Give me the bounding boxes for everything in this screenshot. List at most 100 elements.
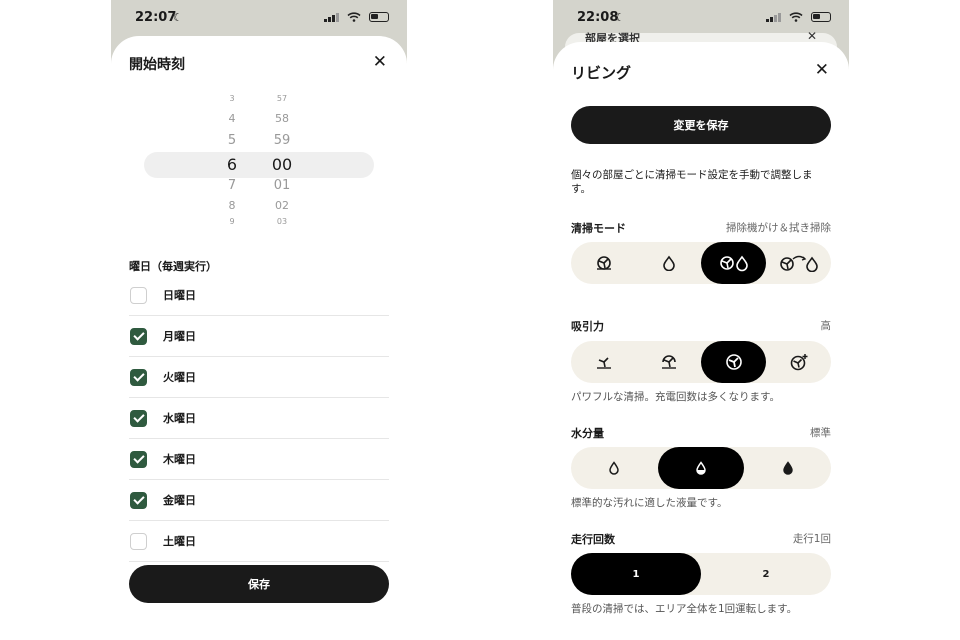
signal-icon [766, 12, 781, 22]
drop-high-icon [782, 461, 794, 475]
phone-screen-room-settings: 22:08 ☾ 部屋を選択 ✕ リビング ✕ 変更を保存 個々の部屋ごとに清掃モ… [553, 0, 849, 640]
mode-option-vacuum-and-mop[interactable] [701, 242, 766, 284]
passes-option-1[interactable]: 1 [571, 553, 701, 595]
weekday-row[interactable]: 木曜日 [129, 439, 389, 480]
hour-value[interactable]: 3 [212, 94, 252, 103]
battery-icon [369, 12, 389, 22]
water-value: 標準 [810, 427, 831, 439]
minute-value[interactable]: 59 [262, 133, 302, 148]
mode-option-vacuum[interactable] [571, 242, 636, 284]
cleaning-mode-header: 清掃モード 掃除機がけ＆拭き掃除 [571, 220, 831, 236]
vacuum-and-mop-icon [718, 254, 750, 272]
suction-option-max[interactable] [766, 341, 831, 383]
weekday-checkbox[interactable] [130, 368, 147, 386]
battery-icon [811, 12, 831, 22]
status-time: 22:08 [577, 10, 619, 25]
weekday-row[interactable]: 金曜日 [129, 480, 389, 521]
water-option-low[interactable] [571, 447, 658, 489]
vacuum-then-mop-icon [778, 254, 820, 272]
suction-hint: パワフルな清掃。充電回数は多くなります。 [571, 391, 780, 403]
hour-value[interactable]: 5 [212, 133, 252, 148]
weekday-checkbox[interactable] [130, 327, 147, 345]
moon-icon: ☾ [173, 11, 183, 24]
phone-screen-schedule: 22:07 ☾ 開始時刻 ✕ 3 4 5 6 7 8 9 57 58 59 00 01 02 03 曜日… [111, 0, 407, 640]
weekday-label: 水曜日 [163, 412, 196, 425]
fan-quiet-icon [595, 353, 613, 371]
minute-value[interactable]: 58 [262, 112, 302, 125]
wifi-icon [789, 12, 803, 22]
hour-value[interactable]: 7 [212, 178, 252, 193]
drop-low-icon [608, 461, 620, 475]
fan-max-icon [789, 353, 809, 371]
status-bar: 22:08 ☾ [553, 8, 849, 30]
water-label: 水分量 [571, 427, 604, 440]
mode-option-mop[interactable] [636, 242, 701, 284]
mop-drop-icon [662, 255, 676, 271]
weekday-checkbox[interactable] [130, 409, 147, 427]
weekday-label: 日曜日 [163, 289, 196, 302]
water-option-medium[interactable] [657, 447, 745, 489]
cleaning-mode-selector [571, 242, 831, 284]
suction-header: 吸引力 高 [571, 318, 831, 334]
sheet-title: 開始時刻 [129, 57, 185, 73]
passes-header: 走行回数 走行1回 [571, 531, 831, 547]
weekday-row[interactable]: 日曜日 [129, 275, 389, 316]
wifi-icon [347, 12, 361, 22]
suction-selector [571, 341, 831, 383]
weekday-label: 金曜日 [163, 494, 196, 507]
minute-value[interactable]: 01 [262, 178, 302, 193]
weekday-label: 木曜日 [163, 453, 196, 466]
close-icon: ✕ [806, 29, 817, 43]
passes-option-2[interactable]: 2 [701, 553, 831, 595]
mode-option-vacuum-then-mop[interactable] [766, 242, 831, 284]
water-hint: 標準的な汚れに適した液量です。 [571, 497, 728, 509]
suction-label: 吸引力 [571, 320, 604, 333]
minute-value[interactable]: 00 [262, 155, 302, 174]
weekday-checkbox[interactable] [130, 450, 147, 468]
hour-value[interactable]: 8 [212, 199, 252, 212]
hour-value[interactable]: 6 [212, 155, 252, 174]
weekday-row[interactable]: 土曜日 [129, 521, 389, 562]
water-header: 水分量 標準 [571, 425, 831, 441]
weekday-label: 月曜日 [163, 330, 196, 343]
status-time: 22:07 [135, 10, 177, 25]
hour-value[interactable]: 9 [212, 217, 252, 226]
sheet-title: リビング [571, 64, 632, 82]
minute-value[interactable]: 03 [262, 217, 302, 226]
weekday-row[interactable]: 月曜日 [129, 316, 389, 357]
status-bar: 22:07 ☾ [111, 8, 407, 30]
suction-option-quiet[interactable] [571, 341, 636, 383]
suction-value: 高 [820, 320, 832, 332]
fan-strong-icon [725, 353, 743, 371]
water-selector [571, 447, 831, 489]
weekday-label: 土曜日 [163, 535, 196, 548]
weekday-checkbox[interactable] [130, 491, 147, 509]
vacuum-icon [595, 254, 613, 272]
weekday-label: 火曜日 [163, 371, 196, 384]
weekday-checkbox[interactable] [130, 286, 147, 304]
hour-value[interactable]: 4 [212, 112, 252, 125]
cleaning-mode-value: 掃除機がけ＆拭き掃除 [726, 222, 831, 234]
save-button[interactable]: 保存 [129, 565, 389, 603]
weekday-row[interactable]: 火曜日 [129, 357, 389, 398]
weekday-checkbox[interactable] [130, 532, 147, 550]
save-changes-button[interactable]: 変更を保存 [571, 106, 831, 144]
passes-hint: 普段の清掃では、エリア全体を1回運転します。 [571, 603, 798, 615]
weekday-row[interactable]: 水曜日 [129, 398, 389, 439]
cleaning-mode-label: 清掃モード [571, 222, 626, 235]
moon-icon: ☾ [615, 11, 625, 24]
minute-value[interactable]: 02 [262, 199, 302, 212]
water-option-high[interactable] [744, 447, 831, 489]
passes-value: 走行1回 [792, 533, 831, 545]
start-time-sheet: 開始時刻 ✕ 3 4 5 6 7 8 9 57 58 59 00 01 02 03 曜日（毎週実行） 日… [111, 36, 407, 640]
close-icon[interactable]: ✕ [373, 52, 387, 72]
drop-medium-icon [695, 461, 707, 475]
picker-selection-band [144, 152, 374, 178]
suction-option-strong[interactable] [701, 341, 766, 383]
room-settings-sheet: リビング ✕ 変更を保存 個々の部屋ごとに清掃モード設定を手動で調整します。 清… [553, 42, 849, 640]
minute-value[interactable]: 57 [262, 94, 302, 103]
close-icon[interactable]: ✕ [815, 60, 829, 80]
signal-icon [324, 12, 339, 22]
suction-option-standard[interactable] [636, 341, 701, 383]
time-picker[interactable]: 3 4 5 6 7 8 9 57 58 59 00 01 02 03 [111, 94, 407, 230]
